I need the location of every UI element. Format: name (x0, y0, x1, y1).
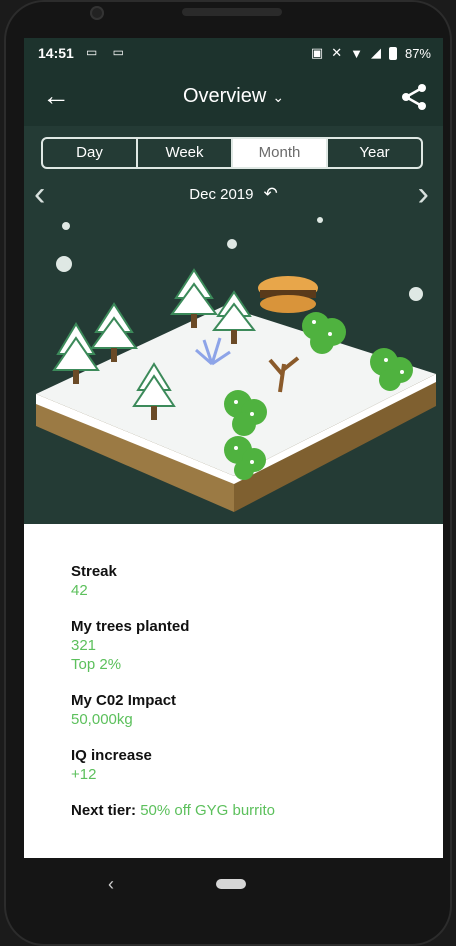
nav-back-icon[interactable]: ‹ (108, 874, 114, 895)
front-camera (90, 6, 104, 20)
wifi-icon: ▼ (350, 45, 363, 61)
forest-illustration (36, 217, 436, 512)
mute-icon: ✕ (331, 45, 343, 60)
video-camera-icon: ▭ ▭ (86, 45, 131, 59)
co2-value: 50,000kg (71, 711, 133, 728)
iq-stat: IQ increase +12 (71, 746, 443, 784)
cast-icon: ▣ (310, 45, 324, 60)
tier-label: Next tier: (71, 802, 137, 819)
trees-label: My trees planted (71, 618, 190, 635)
app-bar: ← Overview ⌄ (24, 68, 443, 126)
streak-value: 42 (71, 582, 88, 599)
earpiece-speaker (182, 8, 282, 16)
trees-rank: Top 2% (71, 656, 122, 673)
tab-day[interactable]: Day (43, 139, 138, 167)
date-label-row: Dec 2019 ↶ (24, 184, 443, 204)
status-time: 14:51 (38, 45, 74, 61)
status-right: ▣ ✕ ▼ ◢ 87% (311, 45, 431, 61)
period-tabs: Day Week Month Year (41, 137, 423, 169)
streak-label: Streak (71, 563, 117, 580)
status-bar: 14:51 ▭ ▭ ▣ ✕ ▼ ◢ 87% (24, 38, 443, 68)
tab-year[interactable]: Year (328, 139, 421, 167)
undo-icon[interactable]: ↶ (263, 184, 277, 203)
screen: 14:51 ▭ ▭ ▣ ✕ ▼ ◢ 87% ← Overview ⌄ Day W… (24, 38, 443, 858)
chevron-right-icon[interactable]: › (418, 176, 429, 212)
battery-percent: 87% (404, 45, 431, 61)
tab-week[interactable]: Week (138, 139, 233, 167)
co2-stat: My C02 Impact 50,000kg (71, 691, 443, 729)
trees-value: 321 (71, 637, 97, 654)
tier-value: 50% off GYG burrito (140, 802, 275, 819)
next-tier: Next tier: 50% off GYG burrito (71, 801, 443, 820)
nav-home-pill[interactable] (216, 879, 246, 889)
tab-month[interactable]: Month (233, 139, 328, 167)
iq-label: IQ increase (71, 747, 152, 764)
stats-card: Streak 42 My trees planted 321 Top 2% My… (24, 524, 443, 858)
phone-frame: 14:51 ▭ ▭ ▣ ✕ ▼ ◢ 87% ← Overview ⌄ Day W… (4, 0, 452, 946)
page-title[interactable]: Overview ⌄ (24, 85, 443, 108)
streak-stat: Streak 42 (71, 562, 443, 600)
chevron-down-icon: ⌄ (272, 89, 285, 105)
iq-value: +12 (71, 766, 97, 783)
page-title-text: Overview (182, 85, 267, 107)
date-navigator: ‹ Dec 2019 ↶ › (24, 174, 443, 214)
co2-label: My C02 Impact (71, 692, 177, 709)
battery-icon (388, 46, 397, 60)
share-icon[interactable] (399, 82, 429, 112)
trees-stat: My trees planted 321 Top 2% (71, 617, 443, 674)
signal-icon: ◢ (370, 45, 381, 60)
date-label: Dec 2019 (189, 186, 254, 203)
system-nav-bar: ‹ (4, 858, 452, 908)
